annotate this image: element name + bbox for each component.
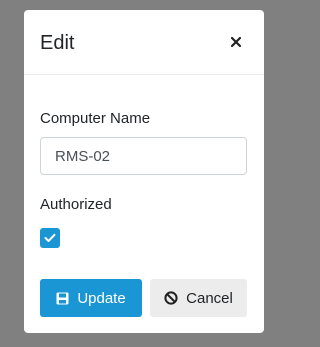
computer-name-input[interactable]	[40, 137, 247, 175]
authorized-checkbox[interactable]	[40, 228, 60, 248]
authorized-label: Authorized	[40, 196, 112, 213]
close-button[interactable]	[224, 30, 248, 54]
save-icon	[56, 292, 69, 305]
computer-name-label: Computer Name	[40, 110, 151, 127]
ban-icon	[164, 291, 178, 305]
close-icon	[230, 36, 242, 48]
update-button-label: Update	[77, 289, 126, 307]
update-button[interactable]: Update	[40, 279, 142, 317]
edit-dialog: Edit Computer Name Authorized Update	[24, 10, 264, 333]
cancel-button[interactable]: Cancel	[150, 279, 247, 317]
checkmark-icon	[44, 233, 56, 242]
dialog-header: Edit	[24, 10, 264, 75]
dialog-title: Edit	[40, 32, 75, 54]
cancel-button-label: Cancel	[186, 289, 233, 307]
